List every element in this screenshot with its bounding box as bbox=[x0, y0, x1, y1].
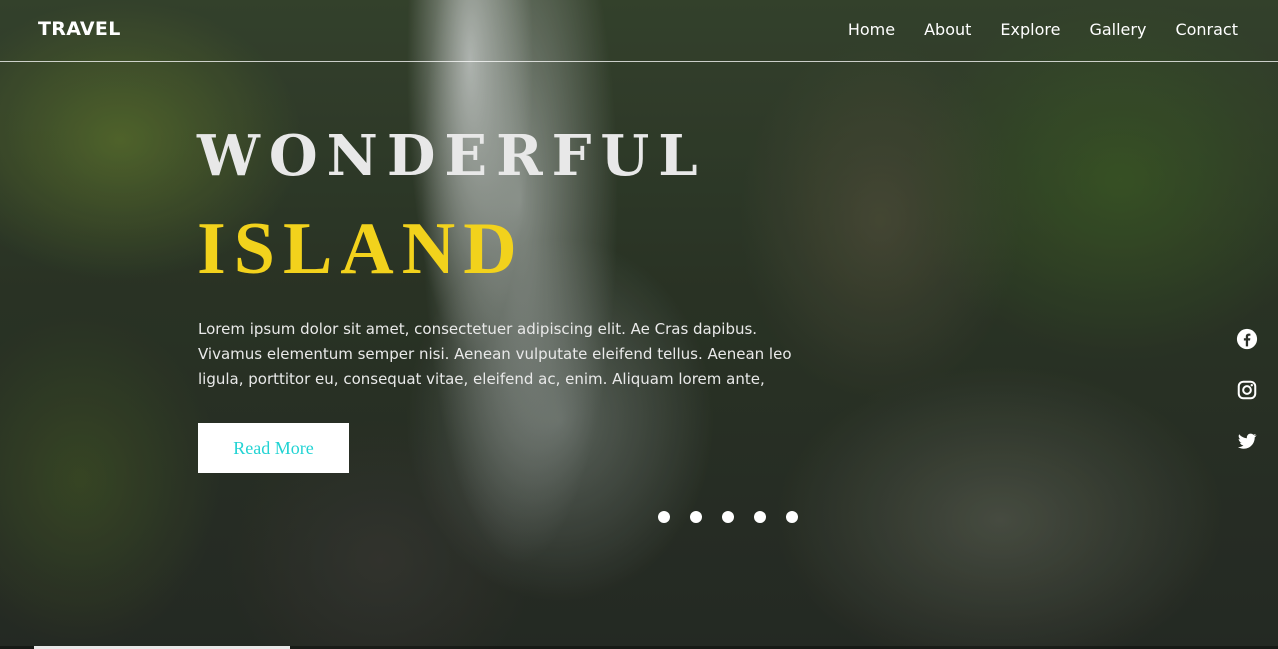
slider-dot[interactable] bbox=[658, 511, 670, 523]
slider-dots bbox=[658, 511, 798, 523]
nav-link-about[interactable]: About bbox=[924, 20, 971, 39]
facebook-icon[interactable] bbox=[1236, 328, 1258, 350]
hero-title-line-1: WONDERFUL bbox=[197, 123, 707, 189]
hero-description: Lorem ipsum dolor sit amet, consectetuer… bbox=[198, 320, 792, 388]
read-more-button[interactable]: Read More bbox=[198, 423, 349, 473]
slider-dot[interactable] bbox=[754, 511, 766, 523]
nav-link-gallery[interactable]: Gallery bbox=[1089, 20, 1146, 39]
hero-section: TRAVEL Home About Explore Gallery Conrac… bbox=[0, 0, 1278, 649]
social-links bbox=[1236, 328, 1258, 452]
nav-menu: Home About Explore Gallery Conract bbox=[848, 20, 1238, 39]
nav-link-contact[interactable]: Conract bbox=[1175, 20, 1238, 39]
brand-logo[interactable]: TRAVEL bbox=[38, 18, 121, 40]
top-navbar: TRAVEL Home About Explore Gallery Conrac… bbox=[0, 0, 1278, 62]
slider-dot[interactable] bbox=[722, 511, 734, 523]
nav-link-home[interactable]: Home bbox=[848, 20, 895, 39]
slider-dot[interactable] bbox=[690, 511, 702, 523]
instagram-icon[interactable] bbox=[1236, 379, 1258, 401]
hero-title-line-2: ISLAND bbox=[197, 208, 525, 290]
nav-link-explore[interactable]: Explore bbox=[1000, 20, 1060, 39]
slider-dot[interactable] bbox=[786, 511, 798, 523]
twitter-icon[interactable] bbox=[1236, 430, 1258, 452]
